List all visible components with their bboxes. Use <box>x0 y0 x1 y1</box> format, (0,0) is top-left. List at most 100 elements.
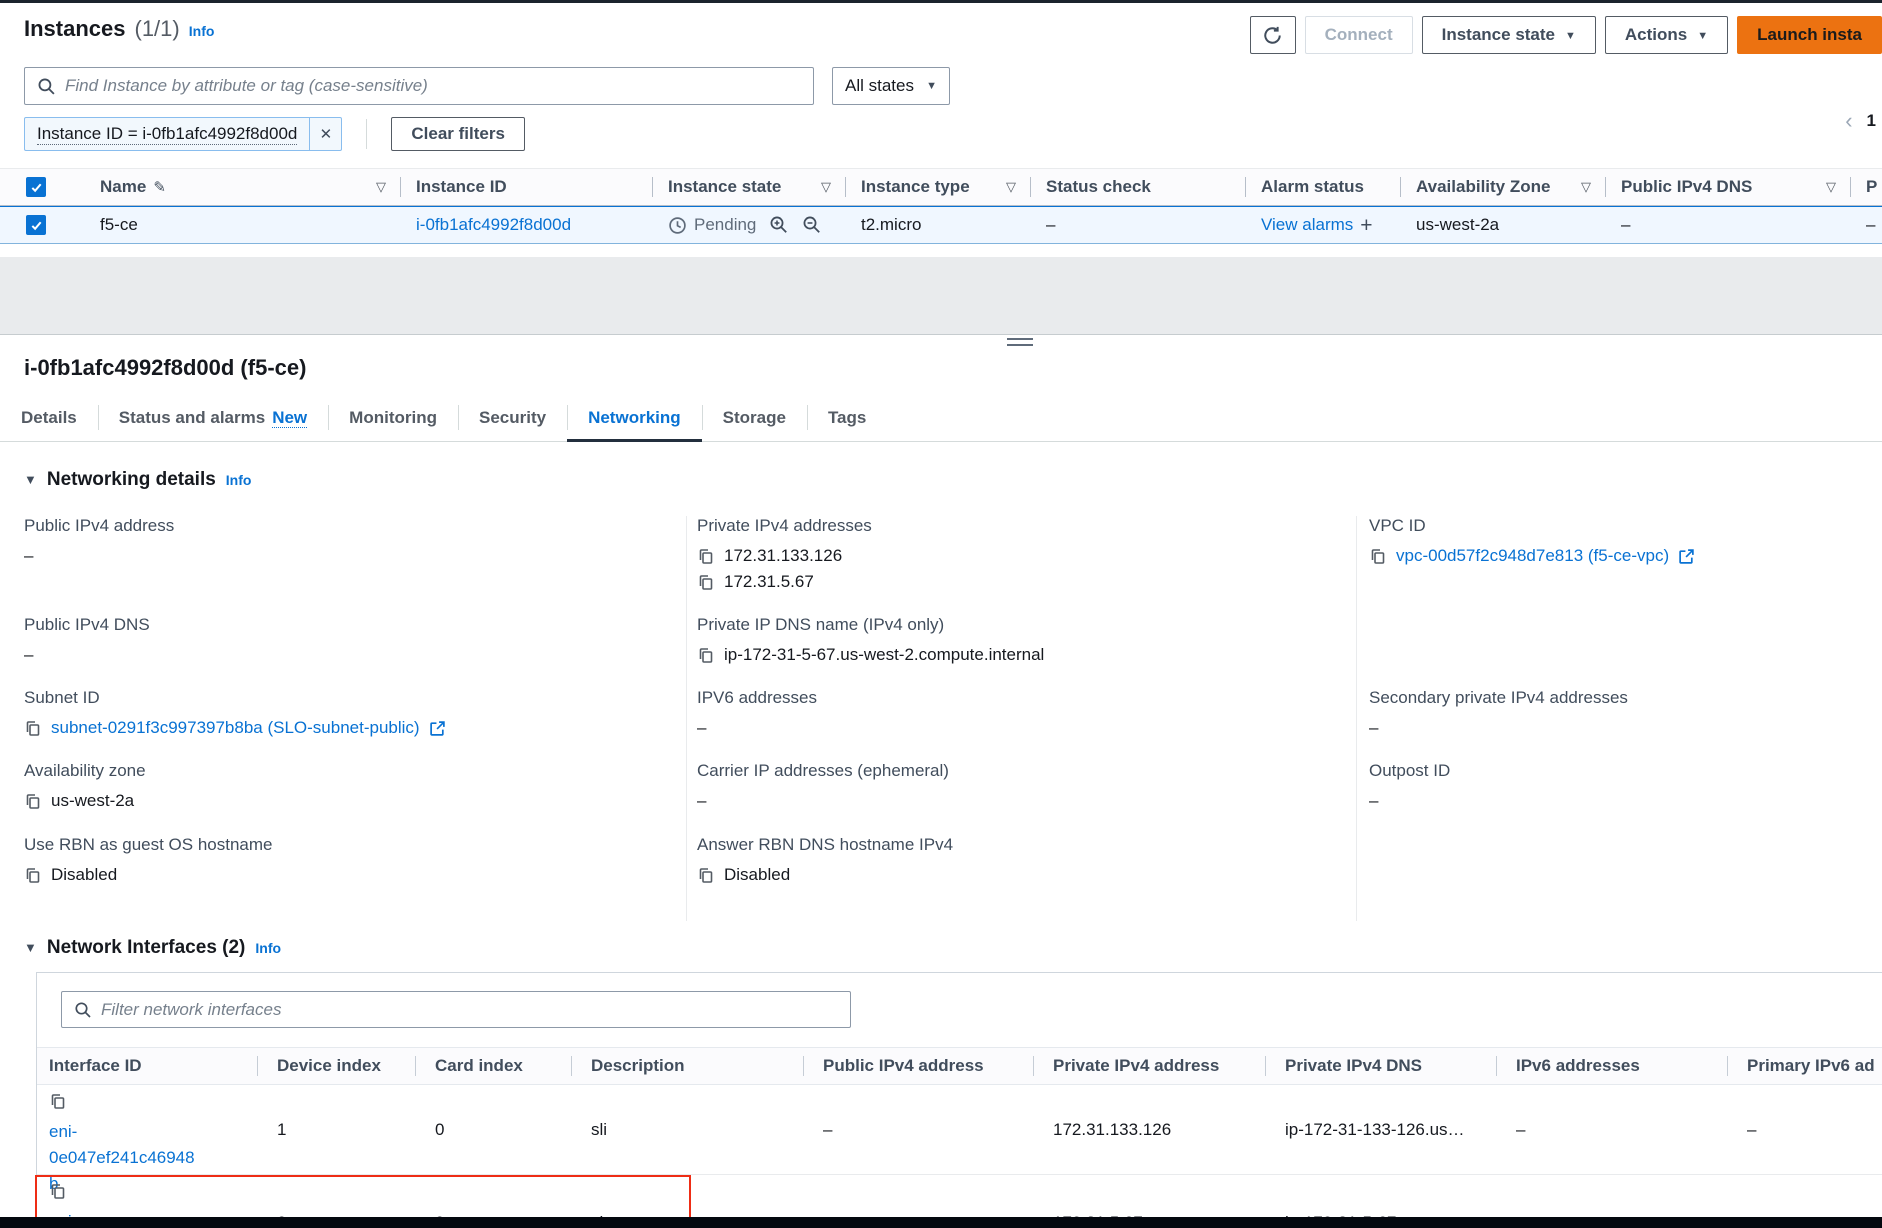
column-header-device-index[interactable]: Device index <box>257 1048 415 1084</box>
search-icon <box>74 1001 92 1019</box>
field-value: Disabled <box>51 862 117 888</box>
instances-table-header: Name✎ ▽ Instance ID Instance state ▽ Ins… <box>0 168 1882 206</box>
field-availability-zone: Availability zoneus-west-2a <box>24 761 686 835</box>
instance-state-button[interactable]: Instance state ▼ <box>1422 16 1596 54</box>
column-header-interface-id[interactable]: Interface ID <box>37 1048 257 1084</box>
field-outpost-id: Outpost ID– <box>1369 761 1882 835</box>
row-checkbox[interactable] <box>26 215 46 235</box>
field-value: – <box>697 788 706 814</box>
column-header-availability-zone[interactable]: Availability Zone <box>1416 177 1550 197</box>
copy-icon[interactable] <box>697 547 715 566</box>
networking-fields-column-1: Public IPv4 address–Public IPv4 DNS–Subn… <box>0 516 686 921</box>
field-value: – <box>1369 715 1378 741</box>
copy-icon[interactable] <box>24 866 42 885</box>
cell-ipv6-addresses: – <box>1516 1120 1525 1140</box>
interfaces-filter-input[interactable]: Filter network interfaces <box>61 991 851 1028</box>
column-header-public-ipv4-address[interactable]: Public IPv4 address <box>803 1048 1033 1084</box>
field-value: 172.31.133.126 <box>724 543 842 569</box>
launch-instances-button[interactable]: Launch insta <box>1737 16 1882 54</box>
column-header-private-ipv4-address[interactable]: Private IPv4 address <box>1033 1048 1265 1084</box>
actions-button[interactable]: Actions ▼ <box>1605 16 1728 54</box>
field-value-link[interactable]: subnet-0291f3c997397b8ba (SLO-subnet-pub… <box>51 715 420 741</box>
network-interfaces-info-link[interactable]: Info <box>255 940 281 956</box>
public-ipv4-dns-value: – <box>1621 215 1630 235</box>
copy-icon[interactable] <box>24 792 42 811</box>
field-label: Private IPv4 addresses <box>697 516 1356 536</box>
column-header-name[interactable]: Name <box>100 177 146 196</box>
column-header-status-check[interactable]: Status check <box>1046 177 1151 197</box>
filter-token-label: Instance ID = i-0fb1afc4992f8d00d <box>37 124 297 145</box>
instance-row[interactable]: f5-ce i-0fb1afc4992f8d00d Pending <box>0 206 1882 244</box>
instance-type-value: t2.micro <box>861 215 921 235</box>
triangle-down-icon[interactable]: ▼ <box>24 472 37 487</box>
view-alarms-link[interactable]: View alarms <box>1261 215 1353 235</box>
field-value: – <box>1369 788 1378 814</box>
field-value-link[interactable]: vpc-00d57f2c948d7e813 (f5-ce-vpc) <box>1396 543 1669 569</box>
field-value: – <box>24 642 33 668</box>
column-header-alarm-status[interactable]: Alarm status <box>1261 177 1364 197</box>
copy-icon[interactable] <box>24 719 42 738</box>
zoom-out-icon[interactable] <box>802 215 822 235</box>
field-label: IPV6 addresses <box>697 688 1356 708</box>
external-link-icon[interactable] <box>429 720 446 737</box>
column-header-card-index[interactable]: Card index <box>415 1048 571 1084</box>
filter-token-dismiss-button[interactable]: ✕ <box>309 118 341 150</box>
column-header-instance-id[interactable]: Instance ID <box>416 177 507 197</box>
tab-storage[interactable]: Storage <box>702 396 807 441</box>
column-header-instance-type[interactable]: Instance type <box>861 177 970 197</box>
sort-icon[interactable]: ▽ <box>1826 179 1836 195</box>
sort-icon[interactable]: ▽ <box>1581 179 1591 195</box>
cell-public-ipv4-address: – <box>823 1120 832 1140</box>
interfaces-filter-placeholder: Filter network interfaces <box>101 1000 281 1020</box>
chevron-left-icon[interactable]: ‹ <box>1845 110 1852 132</box>
interface-row-sli[interactable]: eni-0e047ef241c46948b10sli–172.31.133.12… <box>37 1085 1882 1175</box>
copy-icon[interactable] <box>697 646 715 665</box>
tab-security[interactable]: Security <box>458 396 567 441</box>
instance-id-link[interactable]: i-0fb1afc4992f8d00d <box>416 215 571 235</box>
sort-icon[interactable]: ▽ <box>821 179 831 195</box>
copy-icon[interactable] <box>49 1182 67 1201</box>
tab-details[interactable]: Details <box>0 396 98 441</box>
copy-icon[interactable] <box>49 1092 67 1111</box>
column-header-ipv6-addresses[interactable]: IPv6 addresses <box>1496 1048 1727 1084</box>
field-empty <box>1369 615 1882 688</box>
networking-fields-column-2: Private IPv4 addresses172.31.133.126172.… <box>686 516 1356 921</box>
field-value-row: – <box>24 543 686 569</box>
plus-icon[interactable]: + <box>1360 215 1372 236</box>
sort-icon[interactable]: ▽ <box>376 179 386 195</box>
column-header-truncated[interactable]: P <box>1866 177 1877 197</box>
networking-details-section-header: ▼ Networking details Info <box>24 469 1882 491</box>
instance-search-input[interactable]: Find Instance by attribute or tag (case-… <box>24 67 814 105</box>
zoom-in-icon[interactable] <box>769 215 789 235</box>
column-header-private-ipv4-dns[interactable]: Private IPv4 DNS <box>1265 1048 1496 1084</box>
column-header-primary-ipv6-ad[interactable]: Primary IPv6 ad <box>1727 1048 1882 1084</box>
triangle-down-icon[interactable]: ▼ <box>24 940 37 955</box>
external-link-icon[interactable] <box>1678 548 1695 565</box>
copy-icon[interactable] <box>697 573 715 592</box>
clear-filters-button[interactable]: Clear filters <box>391 117 525 151</box>
window-bottom-edge <box>0 1217 1882 1228</box>
refresh-button[interactable] <box>1250 16 1296 54</box>
instances-info-link[interactable]: Info <box>189 23 215 39</box>
field-value: Disabled <box>724 862 790 888</box>
tab-tags[interactable]: Tags <box>807 396 887 441</box>
column-header-public-ipv4-dns[interactable]: Public IPv4 DNS <box>1621 177 1752 197</box>
tab-networking[interactable]: Networking <box>567 396 702 441</box>
select-all-checkbox[interactable] <box>26 177 46 197</box>
tab-monitoring[interactable]: Monitoring <box>328 396 458 441</box>
field-answer-rbn-dns-hostname-ipv4: Answer RBN DNS hostname IPv4Disabled <box>697 835 1356 921</box>
column-header-instance-state[interactable]: Instance state <box>668 177 781 197</box>
field-ipv6-addresses: IPV6 addresses– <box>697 688 1356 761</box>
page-title: Instances (1/1) Info <box>24 16 214 42</box>
page-number[interactable]: 1 <box>1867 111 1876 131</box>
copy-icon[interactable] <box>697 866 715 885</box>
split-panel-drag-handle[interactable] <box>1007 338 1033 346</box>
field-value-row: – <box>24 642 686 668</box>
networking-info-link[interactable]: Info <box>226 472 252 488</box>
all-states-select[interactable]: All states ▼ <box>832 67 950 105</box>
column-header-description[interactable]: Description <box>571 1048 803 1084</box>
copy-icon[interactable] <box>1369 547 1387 566</box>
connect-button[interactable]: Connect <box>1305 16 1413 54</box>
tab-status-and-alarms[interactable]: Status and alarmsNew <box>98 396 328 441</box>
sort-icon[interactable]: ▽ <box>1006 179 1016 195</box>
